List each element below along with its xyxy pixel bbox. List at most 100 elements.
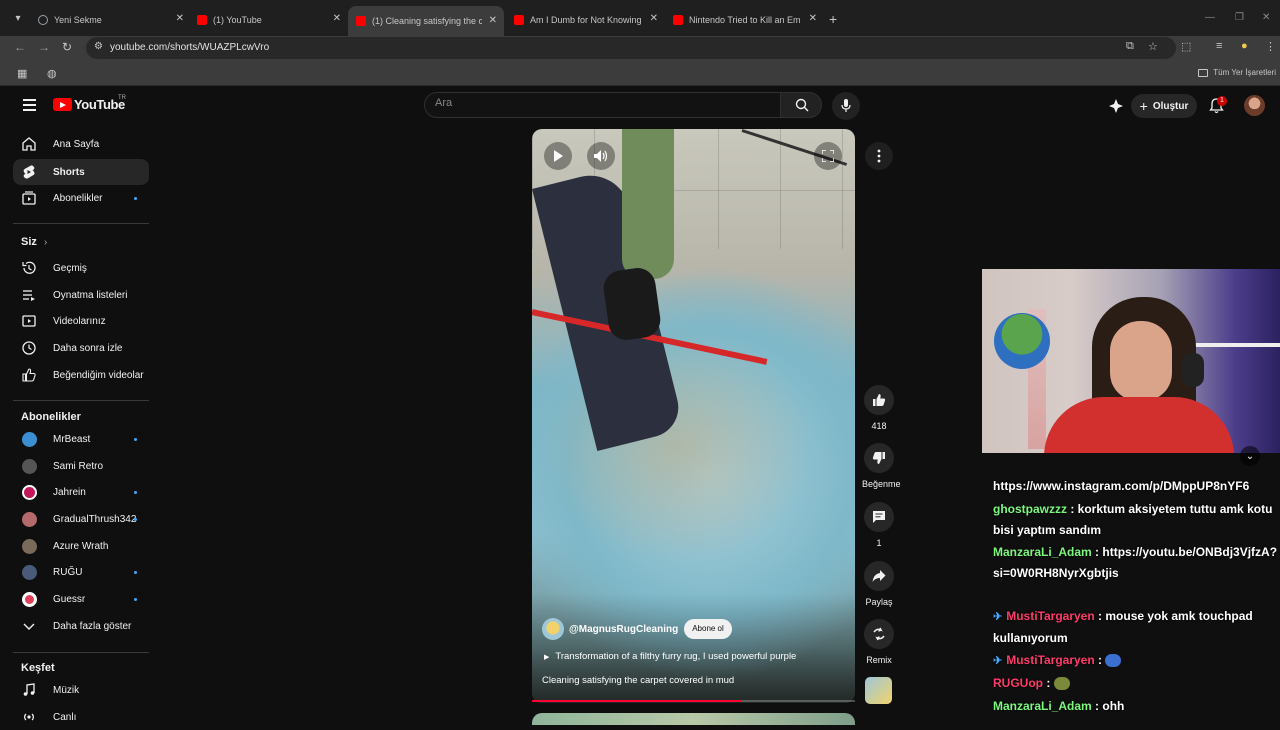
live-icon bbox=[24, 713, 34, 721]
minimize-icon[interactable]: — bbox=[1205, 12, 1215, 23]
sidebar-item-shorts[interactable]: Shorts bbox=[13, 159, 149, 185]
youtube-icon bbox=[356, 16, 366, 26]
search-button[interactable] bbox=[780, 92, 822, 118]
create-button[interactable]: + Oluştur bbox=[1131, 94, 1197, 118]
media-control-icon[interactable]: ≡ bbox=[1216, 40, 1222, 52]
youtube-logo[interactable]: YouTube bbox=[53, 97, 125, 112]
sidebar-channel-item[interactable]: MrBeast bbox=[13, 426, 149, 452]
sidebar-channel-item[interactable]: Azure Wrath bbox=[13, 533, 149, 559]
channel-avatar[interactable] bbox=[542, 618, 564, 640]
shorts-video-player[interactable]: @MagnusRugCleaning Abone ol ▶ Transformat… bbox=[532, 129, 855, 703]
video-frame-glove bbox=[601, 265, 663, 343]
notification-badge: 1 bbox=[1217, 96, 1227, 106]
you-section-heading[interactable]: Siz › bbox=[21, 236, 47, 248]
sidebar-channel-item[interactable]: Sami Retro bbox=[13, 453, 149, 479]
channel-handle[interactable]: @MagnusRugCleaning bbox=[569, 624, 678, 635]
install-app-icon[interactable]: ⧉ bbox=[1126, 40, 1134, 53]
sidebar-item-watch-later[interactable]: Daha sonra izle bbox=[13, 335, 149, 361]
apps-grid-icon[interactable]: ▦ bbox=[17, 67, 27, 80]
chat-nick: ManzaraLi_Adam bbox=[993, 699, 1092, 713]
bookmark-star-icon[interactable]: ☆ bbox=[1148, 40, 1158, 53]
short-description[interactable]: ▶ Transformation of a filthy furry rug, I… bbox=[544, 651, 796, 662]
browser-tab-active[interactable]: (1) Cleaning satisfying the carpe ✕ bbox=[348, 6, 504, 36]
sidebar-channel-item[interactable]: GradualThrush342 bbox=[13, 506, 149, 532]
sidebar-item-label: Geçmiş bbox=[53, 263, 87, 274]
sidebar-channel-item[interactable]: Jahrein bbox=[13, 479, 149, 505]
subscribe-button[interactable]: Abone ol bbox=[684, 619, 732, 639]
new-content-dot bbox=[134, 598, 137, 601]
sidebar-item-subscriptions[interactable]: Abonelikler bbox=[13, 185, 149, 211]
share-button[interactable] bbox=[864, 561, 894, 591]
avatar[interactable] bbox=[1244, 95, 1265, 116]
search-input[interactable] bbox=[435, 97, 765, 109]
sidebar-channel-item[interactable]: Guessr bbox=[13, 586, 149, 612]
sidebar-item-playlists[interactable]: Oynatma listeleri bbox=[13, 282, 149, 308]
home-icon bbox=[22, 137, 36, 151]
comments-button[interactable] bbox=[864, 502, 894, 532]
extensions-icon[interactable]: ⬚ bbox=[1181, 40, 1191, 53]
sidebar-item-label: Canlı bbox=[53, 712, 77, 723]
guide-menu-icon[interactable] bbox=[23, 99, 36, 114]
chat-nick: ManzaraLi_Adam bbox=[993, 545, 1092, 559]
thumbs-down-icon bbox=[872, 452, 885, 464]
youtube-play-icon bbox=[53, 98, 72, 111]
sidebar-item-history[interactable]: Geçmiş bbox=[13, 255, 149, 281]
all-bookmarks-folder[interactable]: Tüm Yer İşaretleri bbox=[1198, 68, 1276, 77]
close-tab-icon[interactable]: ✕ bbox=[650, 13, 658, 24]
play-button[interactable] bbox=[544, 142, 572, 170]
close-tab-icon[interactable]: ✕ bbox=[809, 13, 817, 24]
sword-badge-icon: ✈ bbox=[993, 655, 1003, 667]
new-tab-button[interactable]: + bbox=[829, 12, 837, 26]
show-more-button[interactable]: Daha fazla göster bbox=[13, 613, 149, 639]
sidebar-item-your-videos[interactable]: Videolarınız bbox=[13, 308, 149, 334]
browser-tab[interactable]: Nintendo Tried to Kill an Emula ✕ bbox=[673, 8, 817, 32]
browser-menu-icon[interactable]: ⋮ bbox=[1265, 40, 1276, 53]
sidebar-item-live[interactable]: Canlı bbox=[13, 704, 149, 730]
music-icon bbox=[23, 683, 35, 696]
chat-nick: MustiTargaryen bbox=[1006, 653, 1095, 667]
sidebar-item-home[interactable]: Ana Sayfa bbox=[13, 131, 149, 157]
share-icon bbox=[872, 570, 886, 582]
fullscreen-button[interactable] bbox=[814, 142, 842, 170]
next-short-preview[interactable] bbox=[532, 713, 855, 725]
reload-icon[interactable]: ↻ bbox=[62, 40, 72, 54]
video-frame-arm bbox=[622, 129, 674, 279]
you-heading-label: Siz bbox=[21, 236, 37, 248]
streamer-webcam-overlay bbox=[982, 269, 1280, 453]
close-window-icon[interactable]: ✕ bbox=[1262, 12, 1270, 23]
address-bar[interactable]: ⚙ youtube.com/shorts/WUAZPLcwVro bbox=[86, 37, 1176, 59]
sidebar-item-music[interactable]: Müzik bbox=[13, 677, 149, 703]
premium-sparkle-icon[interactable] bbox=[1108, 98, 1124, 114]
back-icon[interactable]: ← bbox=[14, 40, 26, 54]
tab-search-chevron-icon[interactable]: ▾ bbox=[10, 11, 26, 27]
channel-avatar bbox=[22, 512, 37, 527]
globe-icon[interactable]: ◍ bbox=[47, 67, 57, 80]
dislike-button[interactable] bbox=[864, 443, 894, 473]
play-icon bbox=[554, 150, 563, 162]
profile-extension-icon[interactable]: ● bbox=[1241, 40, 1248, 52]
chat-text: : ohh bbox=[1095, 699, 1125, 713]
restore-icon[interactable]: ❐ bbox=[1235, 12, 1244, 23]
volume-button[interactable] bbox=[587, 142, 615, 170]
more-actions-button[interactable] bbox=[865, 142, 893, 170]
close-tab-icon[interactable]: ✕ bbox=[489, 15, 497, 26]
browser-tab[interactable]: (1) YouTube ✕ bbox=[197, 8, 341, 32]
forward-icon[interactable]: → bbox=[38, 40, 50, 54]
blue-emote-icon bbox=[1105, 654, 1122, 668]
browser-tab[interactable]: Am I Dumb for Not Knowing Th ✕ bbox=[514, 8, 658, 32]
video-progress-bar[interactable] bbox=[532, 700, 855, 702]
site-info-icon[interactable]: ⚙ bbox=[94, 41, 103, 52]
browser-tab[interactable]: Yeni Sekme ✕ bbox=[38, 8, 184, 32]
new-content-dot bbox=[134, 491, 137, 494]
voice-search-button[interactable] bbox=[832, 92, 860, 120]
comment-icon bbox=[873, 511, 885, 523]
close-tab-icon[interactable]: ✕ bbox=[176, 13, 184, 24]
chat-nick: RUGUop bbox=[993, 676, 1043, 690]
close-tab-icon[interactable]: ✕ bbox=[333, 13, 341, 24]
sound-thumbnail[interactable] bbox=[865, 677, 892, 704]
sidebar-item-liked-videos[interactable]: Beğendiğim videolar bbox=[13, 362, 149, 388]
remix-button[interactable] bbox=[864, 619, 894, 649]
sidebar-channel-item[interactable]: RUĞU bbox=[13, 559, 149, 585]
scroll-down-chevron-icon[interactable]: ⌄ bbox=[1240, 446, 1260, 466]
like-button[interactable] bbox=[864, 385, 894, 415]
